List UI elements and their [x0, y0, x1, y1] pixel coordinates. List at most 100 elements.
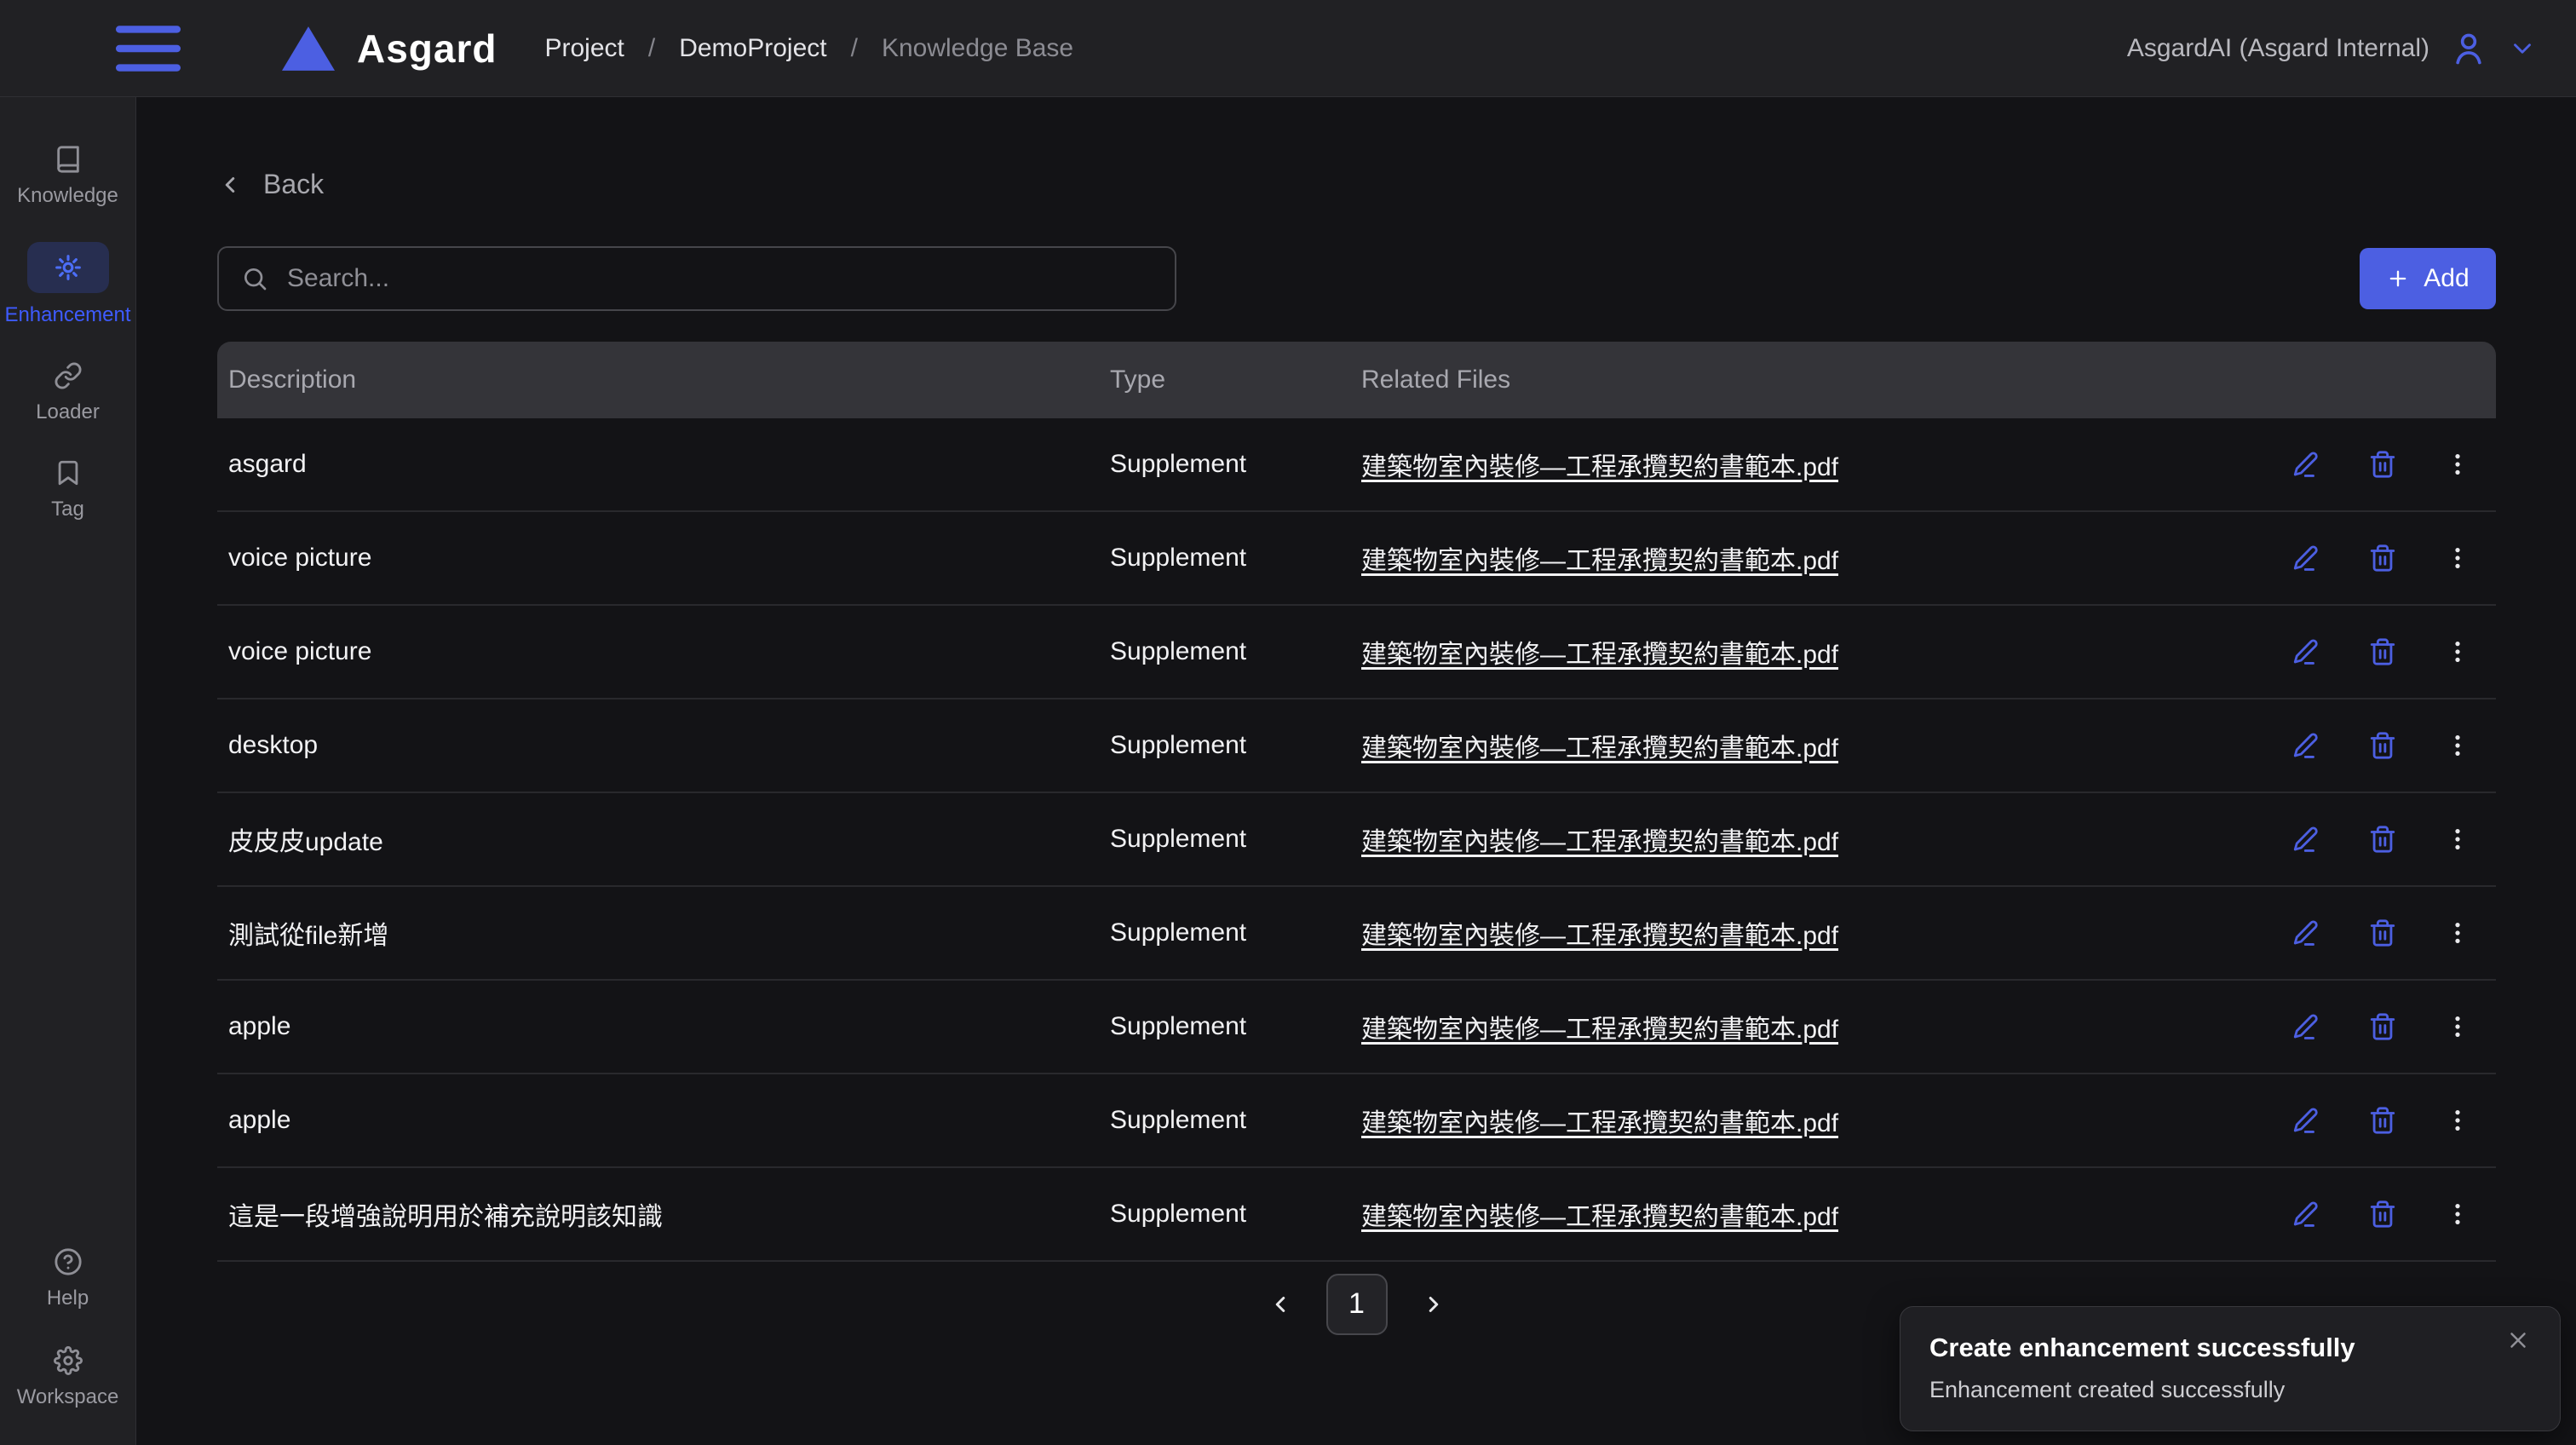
row-actions [2257, 450, 2496, 479]
pagination-prev-button[interactable] [1263, 1287, 1297, 1321]
back-label: Back [263, 169, 324, 200]
account-menu[interactable]: AsgardAI (Asgard Internal) [2127, 30, 2537, 67]
search-input[interactable] [287, 264, 1153, 293]
back-button[interactable]: Back [217, 169, 324, 200]
table-row: 這是一段增強說明用於補充說明該知識 Supplement 建築物室內裝修—工程承… [217, 1168, 2496, 1262]
edit-icon[interactable] [2291, 544, 2320, 573]
toast-message: Enhancement created successfully [1929, 1377, 2531, 1403]
row-actions [2257, 1200, 2496, 1229]
chevron-down-icon [2508, 34, 2537, 63]
plus-icon [2386, 267, 2410, 291]
table-row: asgard Supplement 建築物室內裝修—工程承攬契約書範本.pdf [217, 418, 2496, 512]
search-icon [241, 265, 268, 292]
edit-icon[interactable] [2291, 825, 2320, 854]
row-description: apple [217, 1106, 1099, 1135]
row-type: Supplement [1099, 450, 1350, 479]
row-description: voice picture [217, 544, 1099, 573]
table-row: 測試從file新增 Supplement 建築物室內裝修—工程承攬契約書範本.p… [217, 887, 2496, 981]
sidebar: Knowledge Enhancement [0, 97, 136, 1445]
more-options-icon[interactable] [2445, 1200, 2470, 1229]
related-file-link[interactable]: 建築物室內裝修—工程承攬契約書範本.pdf [1361, 453, 1838, 481]
row-type: Supplement [1099, 825, 1350, 854]
close-icon[interactable] [2505, 1327, 2531, 1353]
edit-icon[interactable] [2291, 450, 2320, 479]
row-description: asgard [217, 450, 1099, 479]
toolbar: Add [217, 246, 2496, 311]
trash-icon[interactable] [2368, 544, 2397, 573]
pagination-next-button[interactable] [1417, 1287, 1451, 1321]
related-file-link[interactable]: 建築物室內裝修—工程承攬契約書範本.pdf [1361, 641, 1838, 669]
more-options-icon[interactable] [2445, 544, 2470, 573]
sidebar-item-knowledge[interactable]: Knowledge [0, 145, 135, 208]
edit-icon[interactable] [2291, 731, 2320, 760]
sidebar-item-label: Knowledge [17, 184, 118, 208]
trash-icon[interactable] [2368, 450, 2397, 479]
breadcrumb-project[interactable]: Project [544, 34, 624, 63]
sidebar-nav: Knowledge Enhancement [0, 97, 135, 521]
row-description: apple [217, 1012, 1099, 1041]
menu-hamburger-icon[interactable] [115, 24, 181, 73]
row-actions [2257, 1106, 2496, 1135]
table-row: apple Supplement 建築物室內裝修—工程承攬契約書範本.pdf [217, 1074, 2496, 1168]
related-file-link[interactable]: 建築物室內裝修—工程承攬契約書範本.pdf [1361, 547, 1838, 575]
more-options-icon[interactable] [2445, 637, 2470, 666]
add-button[interactable]: Add [2360, 248, 2496, 309]
trash-icon[interactable] [2368, 637, 2397, 666]
column-header-related-files: Related Files [1350, 366, 2257, 394]
more-options-icon[interactable] [2445, 450, 2470, 479]
related-file-link[interactable]: 建築物室內裝修—工程承攬契約書範本.pdf [1361, 734, 1838, 763]
sidebar-item-tag[interactable]: Tag [0, 458, 135, 521]
more-options-icon[interactable] [2445, 1012, 2470, 1041]
sidebar-item-label: Enhancement [4, 303, 130, 327]
more-options-icon[interactable] [2445, 825, 2470, 854]
row-actions [2257, 731, 2496, 760]
user-icon [2450, 30, 2487, 67]
trash-icon[interactable] [2368, 731, 2397, 760]
related-file-link[interactable]: 建築物室內裝修—工程承攬契約書範本.pdf [1361, 922, 1838, 950]
trash-icon[interactable] [2368, 1106, 2397, 1135]
breadcrumb-separator: / [648, 34, 655, 63]
sidebar-item-loader[interactable]: Loader [0, 361, 135, 424]
brand-name: Asgard [357, 26, 497, 72]
breadcrumb-separator: / [851, 34, 858, 63]
breadcrumb-demoproject[interactable]: DemoProject [679, 34, 826, 63]
enhancement-table: Description Type Related Files asgard Su… [217, 342, 2496, 1262]
sidebar-item-workspace[interactable]: Workspace [0, 1346, 135, 1409]
sidebar-item-label: Tag [51, 498, 84, 521]
related-file-link[interactable]: 建築物室內裝修—工程承攬契約書範本.pdf [1361, 1203, 1838, 1231]
related-file-link[interactable]: 建築物室內裝修—工程承攬契約書範本.pdf [1361, 828, 1838, 856]
toast-notification: Create enhancement successfully Enhancem… [1900, 1306, 2561, 1431]
related-file-link[interactable]: 建築物室內裝修—工程承攬契約書範本.pdf [1361, 1109, 1838, 1137]
row-type: Supplement [1099, 544, 1350, 573]
trash-icon[interactable] [2368, 825, 2397, 854]
link-icon [54, 361, 83, 390]
table-header-row: Description Type Related Files [217, 342, 2496, 418]
trash-icon[interactable] [2368, 1012, 2397, 1041]
table-row: voice picture Supplement 建築物室內裝修—工程承攬契約書… [217, 512, 2496, 606]
row-actions [2257, 544, 2496, 573]
row-description: 這是一段增強說明用於補充說明該知識 [217, 1195, 1099, 1233]
brand-logo: Asgard [282, 26, 497, 72]
row-actions [2257, 1012, 2496, 1041]
breadcrumb: Project / DemoProject / Knowledge Base [544, 34, 1073, 63]
sidebar-item-label: Loader [36, 400, 100, 424]
more-options-icon[interactable] [2445, 731, 2470, 760]
edit-icon[interactable] [2291, 1200, 2320, 1229]
table-row: desktop Supplement 建築物室內裝修—工程承攬契約書範本.pdf [217, 699, 2496, 793]
more-options-icon[interactable] [2445, 1106, 2470, 1135]
sidebar-item-label: Workspace [17, 1385, 119, 1409]
edit-icon[interactable] [2291, 637, 2320, 666]
edit-icon[interactable] [2291, 1012, 2320, 1041]
trash-icon[interactable] [2368, 918, 2397, 947]
add-button-label: Add [2424, 264, 2469, 293]
active-item-highlight [27, 242, 109, 293]
pagination-page-1[interactable]: 1 [1326, 1274, 1388, 1335]
sidebar-item-help[interactable]: Help [0, 1247, 135, 1310]
more-options-icon[interactable] [2445, 918, 2470, 947]
sidebar-item-enhancement[interactable]: Enhancement [0, 242, 135, 327]
edit-icon[interactable] [2291, 1106, 2320, 1135]
trash-icon[interactable] [2368, 1200, 2397, 1229]
related-file-link[interactable]: 建築物室內裝修—工程承攬契約書範本.pdf [1361, 1016, 1838, 1044]
table-body: asgard Supplement 建築物室內裝修—工程承攬契約書範本.pdf [217, 418, 2496, 1262]
edit-icon[interactable] [2291, 918, 2320, 947]
